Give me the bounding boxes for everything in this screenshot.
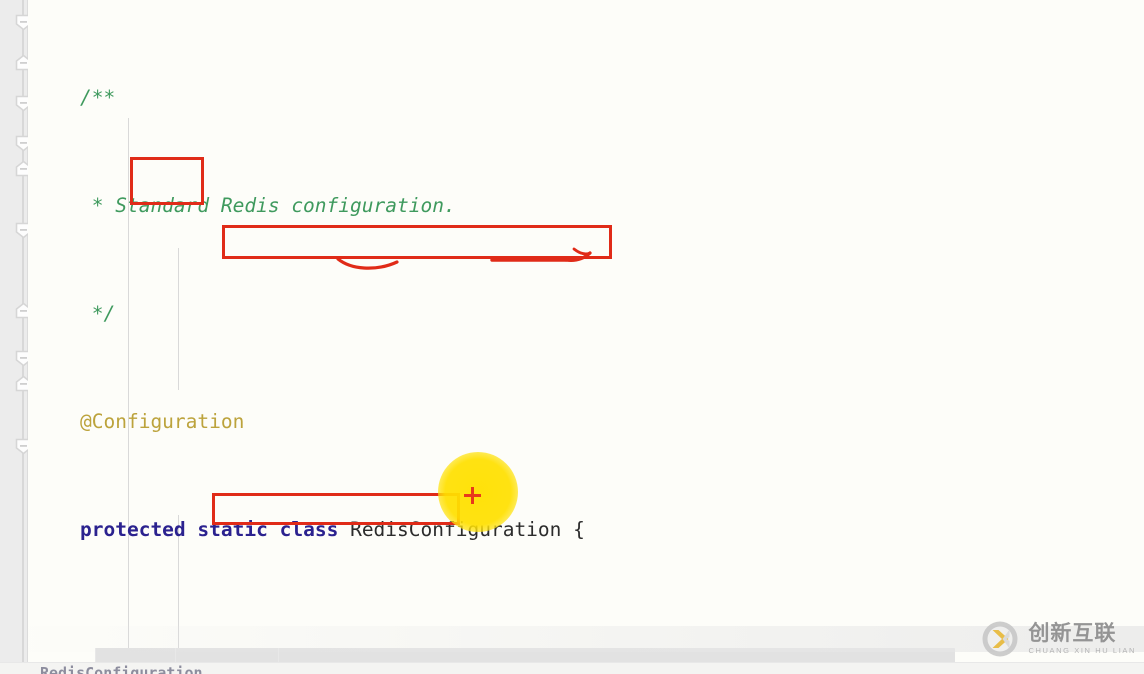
horizontal-scrollbar-thumb[interactable] xyxy=(95,648,955,663)
scroll-tick xyxy=(278,648,279,663)
keyword-protected: protected xyxy=(80,518,186,541)
status-bar: RedisConfiguration xyxy=(0,662,1144,674)
brand-logo-icon xyxy=(979,618,1021,660)
watermark-pinyin: CHUANG XIN HU LIAN xyxy=(1028,646,1136,656)
javadoc-open: /** xyxy=(80,86,116,109)
source-code-block[interactable]: /** * Standard Redis configuration. */ @… xyxy=(80,3,933,674)
code-line-6-blank xyxy=(80,624,933,651)
scroll-tick xyxy=(95,648,96,663)
javadoc-body: * Standard Redis configuration. xyxy=(80,194,456,217)
code-line-4: @Configuration xyxy=(80,408,933,435)
watermark-chinese: 创新互联 xyxy=(1028,621,1117,646)
keyword-static: static xyxy=(197,518,268,541)
code-line-3: */ xyxy=(80,300,933,327)
class-name-redis-configuration: RedisConfiguration { xyxy=(350,518,585,541)
annotation-configuration: @Configuration xyxy=(80,410,245,433)
editor-text-area[interactable]: /** * Standard Redis configuration. */ @… xyxy=(28,0,1144,674)
code-line-2: * Standard Redis configuration. xyxy=(80,192,933,219)
code-editor-screenshot: /** * Standard Redis configuration. */ @… xyxy=(0,0,1144,674)
watermark: 创新互联 CHUANG XIN HU LIAN xyxy=(979,618,1136,660)
code-line-1: /** xyxy=(80,84,933,111)
keyword-class: class xyxy=(279,518,339,541)
watermark-text: 创新互联 CHUANG XIN HU LIAN xyxy=(1028,623,1136,655)
javadoc-close: */ xyxy=(80,302,116,325)
status-bar-partial-label: RedisConfiguration xyxy=(40,664,203,674)
code-line-5: protected static class RedisConfiguratio… xyxy=(80,516,933,543)
scroll-tick xyxy=(175,648,176,663)
